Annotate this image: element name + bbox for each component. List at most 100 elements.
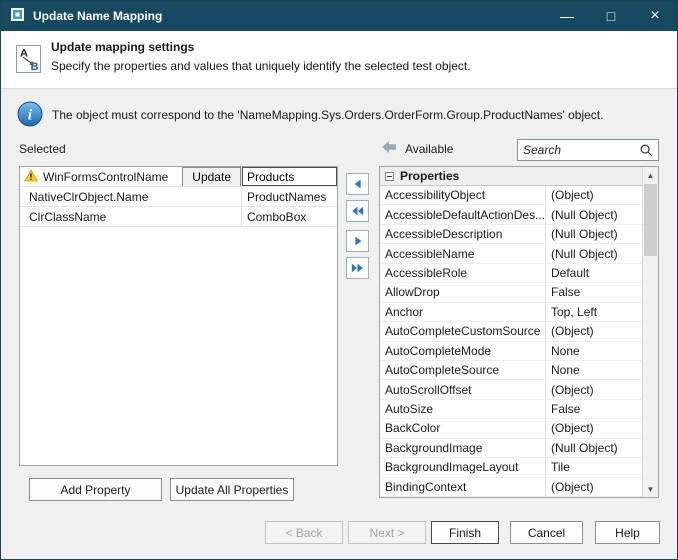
vertical-scrollbar[interactable]: ▲ ▼ — [642, 167, 658, 497]
available-label: Available — [405, 142, 453, 156]
property-name: AutoCompleteMode — [380, 342, 545, 360]
search-icon[interactable] — [639, 143, 654, 158]
property-name: AccessibilityObject — [380, 186, 545, 204]
property-value: (Object) — [545, 322, 642, 340]
property-value: (Null Object) — [545, 225, 642, 243]
property-name: AutoCompleteSource — [380, 361, 545, 379]
property-name: AllowDrop — [380, 283, 545, 301]
scroll-up-icon[interactable]: ▲ — [643, 167, 658, 183]
property-value: None — [545, 361, 642, 379]
property-row[interactable]: AutoCompleteSourceNone — [380, 361, 642, 380]
update-button[interactable]: Update — [182, 167, 241, 186]
property-name: BackgroundImageLayout — [380, 458, 545, 476]
window-icon — [10, 7, 25, 25]
property-name: AccessibleRole — [380, 264, 545, 282]
property-value: (Object) — [545, 186, 642, 204]
cancel-button[interactable]: Cancel — [510, 521, 583, 544]
property-value: False — [545, 283, 642, 301]
property-name: AccessibleName — [380, 244, 545, 262]
property-value: (Object) — [545, 478, 642, 496]
page-subtitle: Specify the properties and values that u… — [51, 59, 471, 73]
selected-row-nativeclrobject-name[interactable]: NativeClrObject.Name ProductNames — [20, 187, 337, 207]
property-row[interactable]: BackColor(Object) — [380, 419, 642, 438]
property-value: (Null Object) — [545, 439, 642, 457]
maximize-icon: □ — [607, 8, 615, 24]
info-text: The object must correspond to the 'NameM… — [52, 108, 603, 122]
warning-icon — [24, 169, 38, 185]
property-row[interactable]: AutoCompleteModeNone — [380, 342, 642, 361]
property-row[interactable]: AccessibleRoleDefault — [380, 264, 642, 283]
property-name: AutoScrollOffset — [380, 380, 545, 398]
property-value: False — [545, 400, 642, 418]
scroll-down-icon[interactable]: ▼ — [643, 481, 658, 497]
arrow-left-icon — [351, 177, 365, 191]
update-all-properties-button[interactable]: Update All Properties — [170, 478, 294, 501]
property-row[interactable]: BackgroundImageLayoutTile — [380, 458, 642, 477]
property-name: BackColor — [380, 419, 545, 437]
collapse-icon[interactable] — [385, 172, 394, 181]
next-button[interactable]: Next > — [348, 521, 426, 544]
window-title: Update Name Mapping — [33, 9, 162, 23]
help-button[interactable]: Help — [595, 521, 660, 544]
property-name: AutoCompleteCustomSource — [380, 322, 545, 340]
property-name: AccessibleDescription — [380, 225, 545, 243]
move-left-button[interactable] — [346, 173, 369, 195]
property-row[interactable]: AnchorTop, Left — [380, 303, 642, 322]
double-arrow-left-icon — [350, 204, 365, 218]
available-label-group: Available — [381, 140, 453, 157]
add-property-button[interactable]: Add Property — [29, 478, 162, 501]
finish-button[interactable]: Finish — [431, 521, 499, 544]
property-row[interactable]: AccessibleName(Null Object) — [380, 244, 642, 263]
property-value: (Null Object) — [545, 244, 642, 262]
property-row[interactable]: AutoCompleteCustomSource(Object) — [380, 322, 642, 341]
property-name: ClrClassName — [29, 210, 106, 224]
maximize-button[interactable]: □ — [589, 1, 633, 31]
property-row[interactable]: AutoScrollOffset(Object) — [380, 380, 642, 399]
property-row[interactable]: BackgroundImage(Null Object) — [380, 439, 642, 458]
selected-row-winformscontrolname[interactable]: WinFormsControlName Update — [20, 167, 337, 187]
info-icon: i — [17, 101, 43, 130]
property-row[interactable]: BindingContext(Object) — [380, 478, 642, 497]
property-row[interactable]: AccessibleDescription(Null Object) — [380, 225, 642, 244]
name-mapping-icon: A B — [14, 44, 44, 77]
properties-group-header[interactable]: Properties — [380, 167, 642, 186]
property-value: ProductNames — [247, 190, 326, 204]
property-value: None — [545, 342, 642, 360]
move-right-button[interactable] — [346, 230, 369, 252]
minimize-icon: — — [560, 8, 574, 24]
group-label: Properties — [400, 169, 459, 183]
minimize-button[interactable]: — — [545, 1, 589, 31]
property-value: (Object) — [545, 380, 642, 398]
property-name: NativeClrObject.Name — [29, 190, 148, 204]
move-all-right-button[interactable] — [346, 257, 369, 279]
update-name-mapping-dialog: Update Name Mapping — □ × A B Update map… — [0, 0, 678, 560]
arrow-left-hint-icon — [381, 140, 397, 157]
property-name: BackgroundImage — [380, 439, 545, 457]
property-row[interactable]: AllowDropFalse — [380, 283, 642, 302]
page-title: Update mapping settings — [51, 40, 194, 54]
property-name: AccessibleDefaultActionDes... — [380, 205, 545, 223]
property-value: (Object) — [545, 419, 642, 437]
property-value: Tile — [545, 458, 642, 476]
property-value: Default — [545, 264, 642, 282]
arrow-right-icon — [351, 234, 365, 248]
selected-label: Selected — [19, 142, 66, 156]
double-arrow-right-icon — [350, 261, 365, 275]
property-row[interactable]: AutoSizeFalse — [380, 400, 642, 419]
selected-row-clrclassname[interactable]: ClrClassName ComboBox — [20, 207, 337, 227]
move-all-left-button[interactable] — [346, 200, 369, 222]
title-bar[interactable]: Update Name Mapping — □ × — [1, 1, 677, 31]
close-button[interactable]: × — [633, 1, 677, 31]
scrollbar-thumb[interactable] — [644, 184, 657, 256]
property-value: (Null Object) — [545, 205, 642, 223]
close-icon: × — [650, 7, 659, 25]
property-row[interactable]: AccessibleDefaultActionDes...(Null Objec… — [380, 205, 642, 224]
property-value: ComboBox — [247, 210, 306, 224]
property-value: Top, Left — [545, 303, 642, 321]
search-input[interactable] — [518, 143, 639, 157]
property-name: Anchor — [380, 303, 545, 321]
back-button[interactable]: < Back — [265, 521, 343, 544]
info-bar: i The object must correspond to the 'Nam… — [17, 100, 661, 130]
property-row[interactable]: AccessibilityObject(Object) — [380, 186, 642, 205]
selected-value-editor[interactable] — [242, 167, 337, 186]
